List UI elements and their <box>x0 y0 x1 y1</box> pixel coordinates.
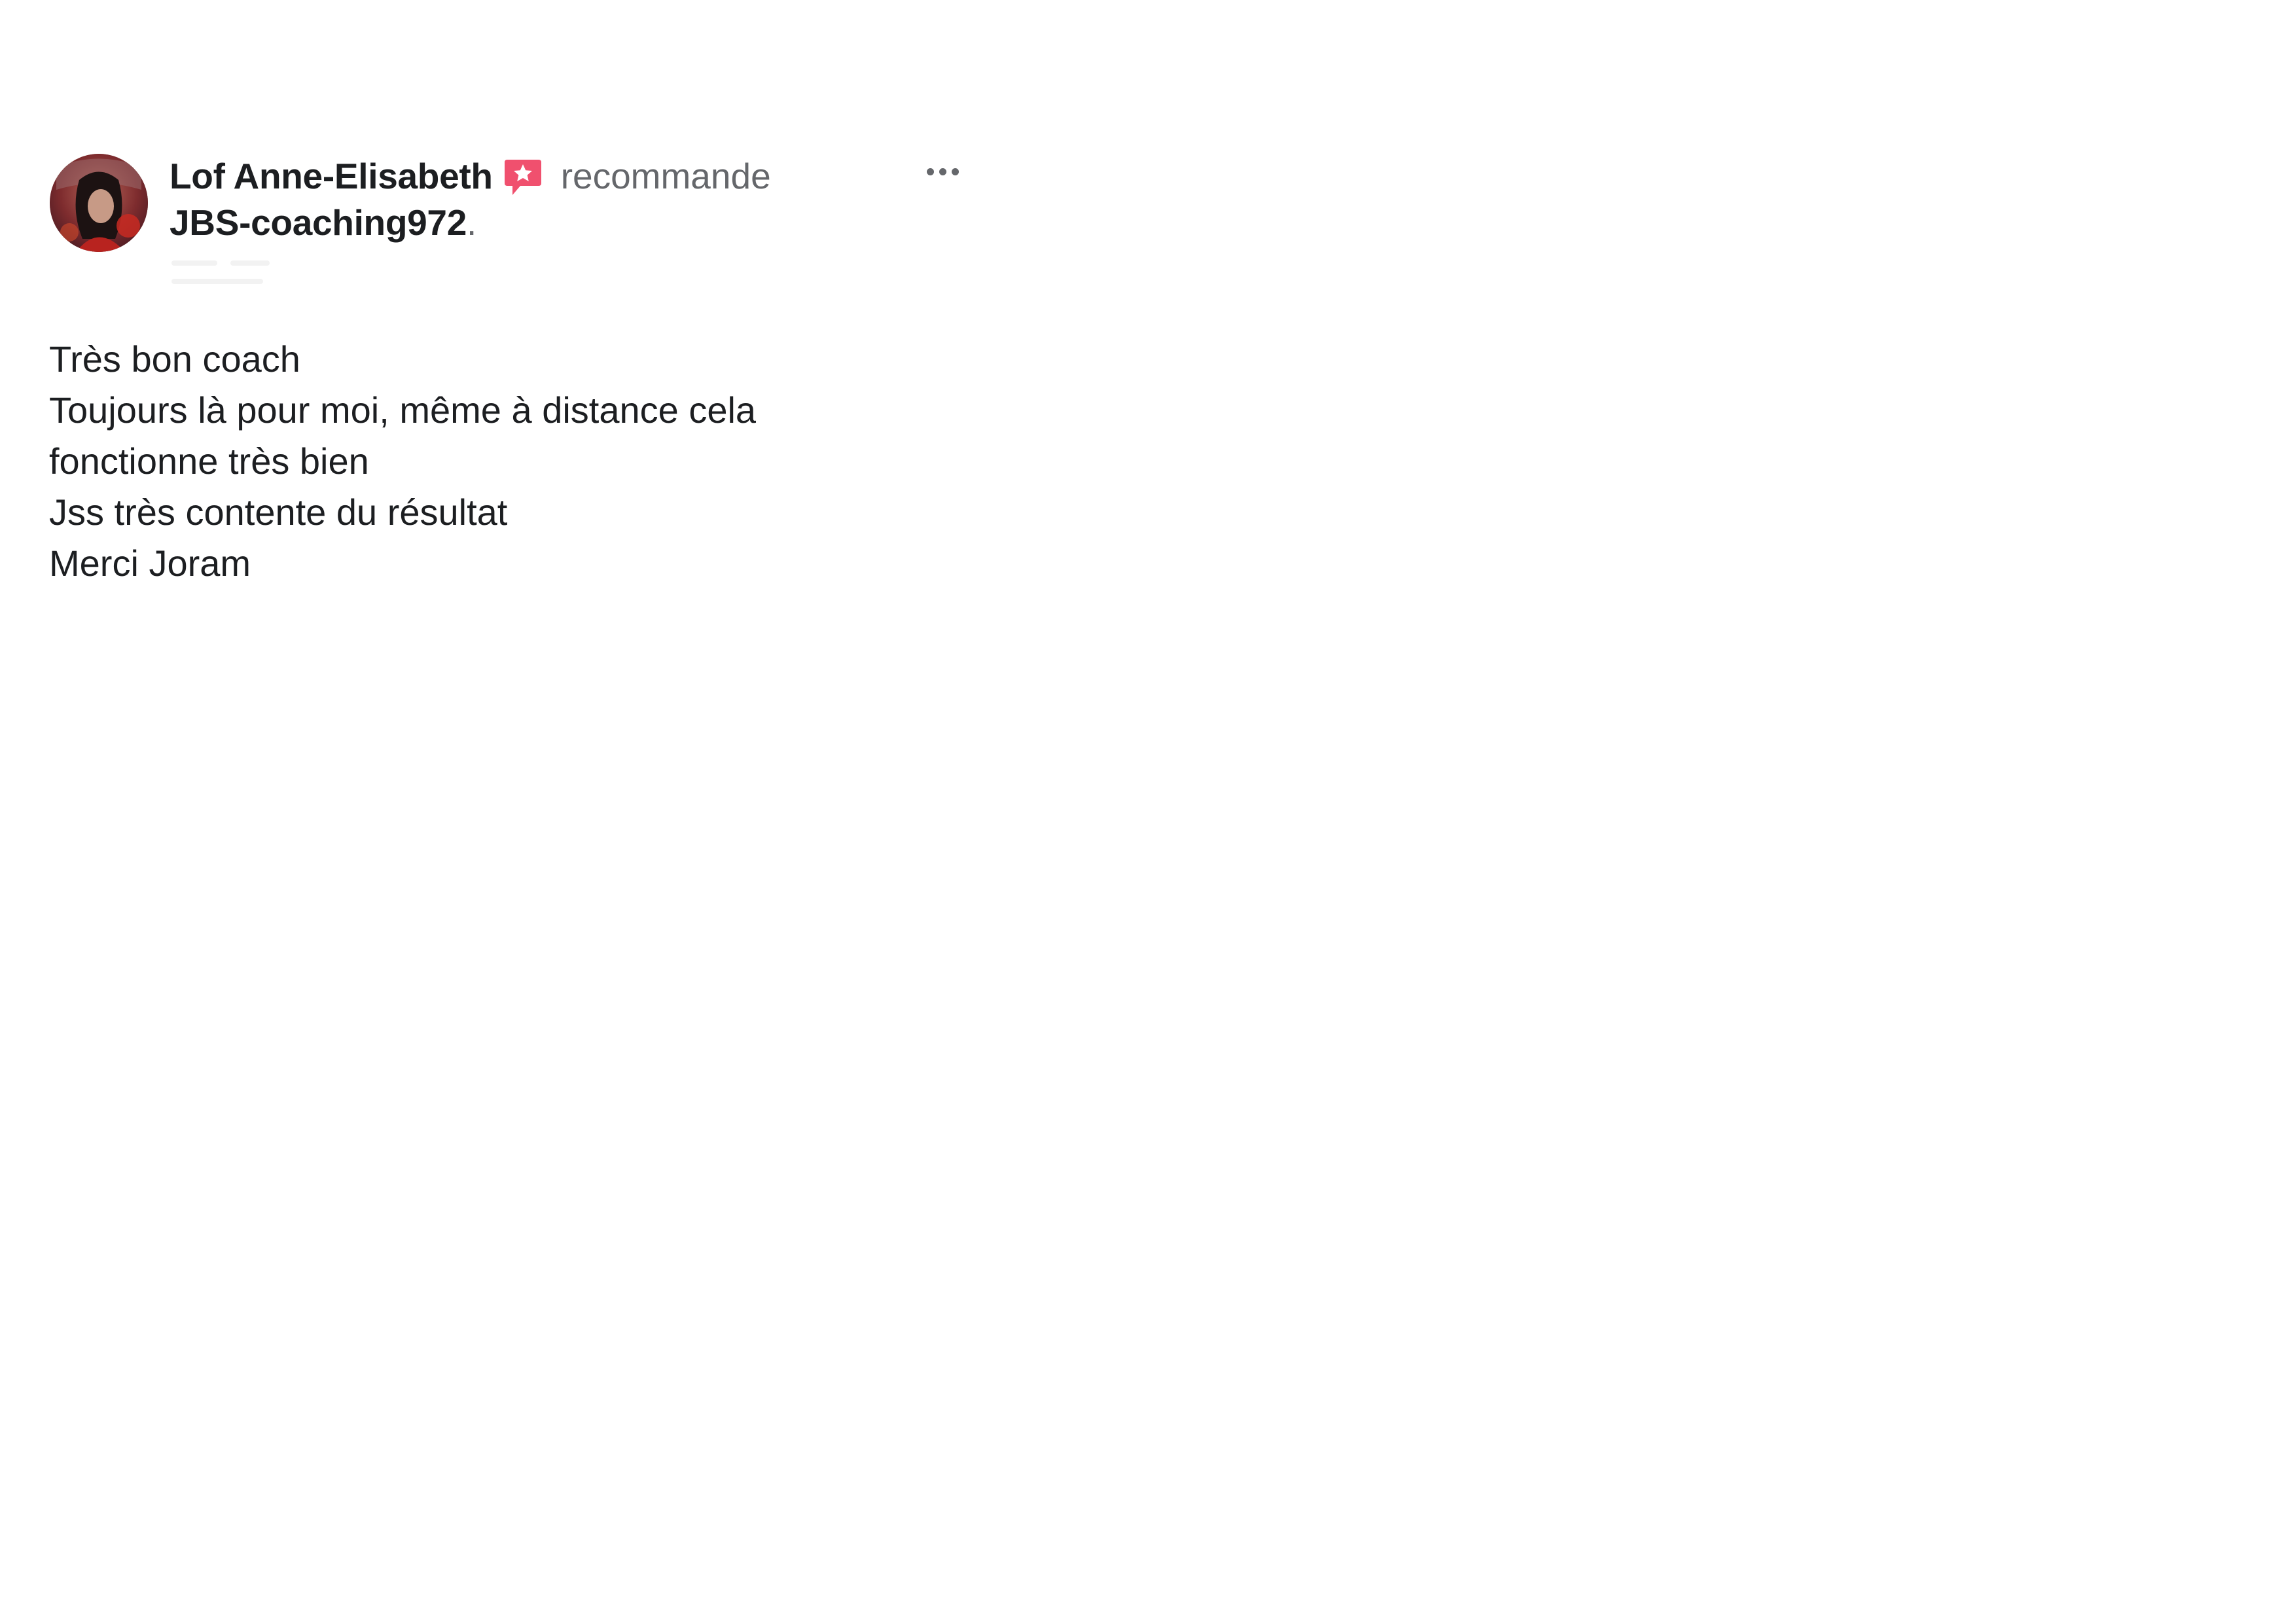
review-line: Jss très contente du résultat <box>49 491 508 533</box>
more-horizontal-icon <box>951 168 959 175</box>
page-name-period: . <box>467 202 477 243</box>
review-text: Très bon coach Toujours là pour moi, mêm… <box>49 334 965 589</box>
recommend-action-text: recommande <box>560 156 771 196</box>
review-line: fonctionne très bien <box>49 440 369 482</box>
post-header: Lof Anne-Elisabeth recommande <box>170 153 771 199</box>
recommend-star-bubble-icon <box>503 157 543 198</box>
avatar-image <box>50 154 148 252</box>
review-line: Merci Joram <box>49 543 251 584</box>
more-horizontal-icon <box>926 168 934 175</box>
author-avatar[interactable] <box>50 154 148 252</box>
recommended-page-line: JBS-coaching972 . <box>170 199 476 246</box>
review-line: Toujours là pour moi, même à distance ce… <box>49 389 757 431</box>
page-name-link[interactable]: JBS-coaching972 <box>170 202 467 243</box>
more-horizontal-icon <box>939 168 946 175</box>
review-line: Très bon coach <box>49 338 300 380</box>
author-name-link[interactable]: Lof Anne-Elisabeth <box>170 155 493 197</box>
post-meta-faded <box>171 257 329 289</box>
more-options-button[interactable] <box>916 157 969 186</box>
